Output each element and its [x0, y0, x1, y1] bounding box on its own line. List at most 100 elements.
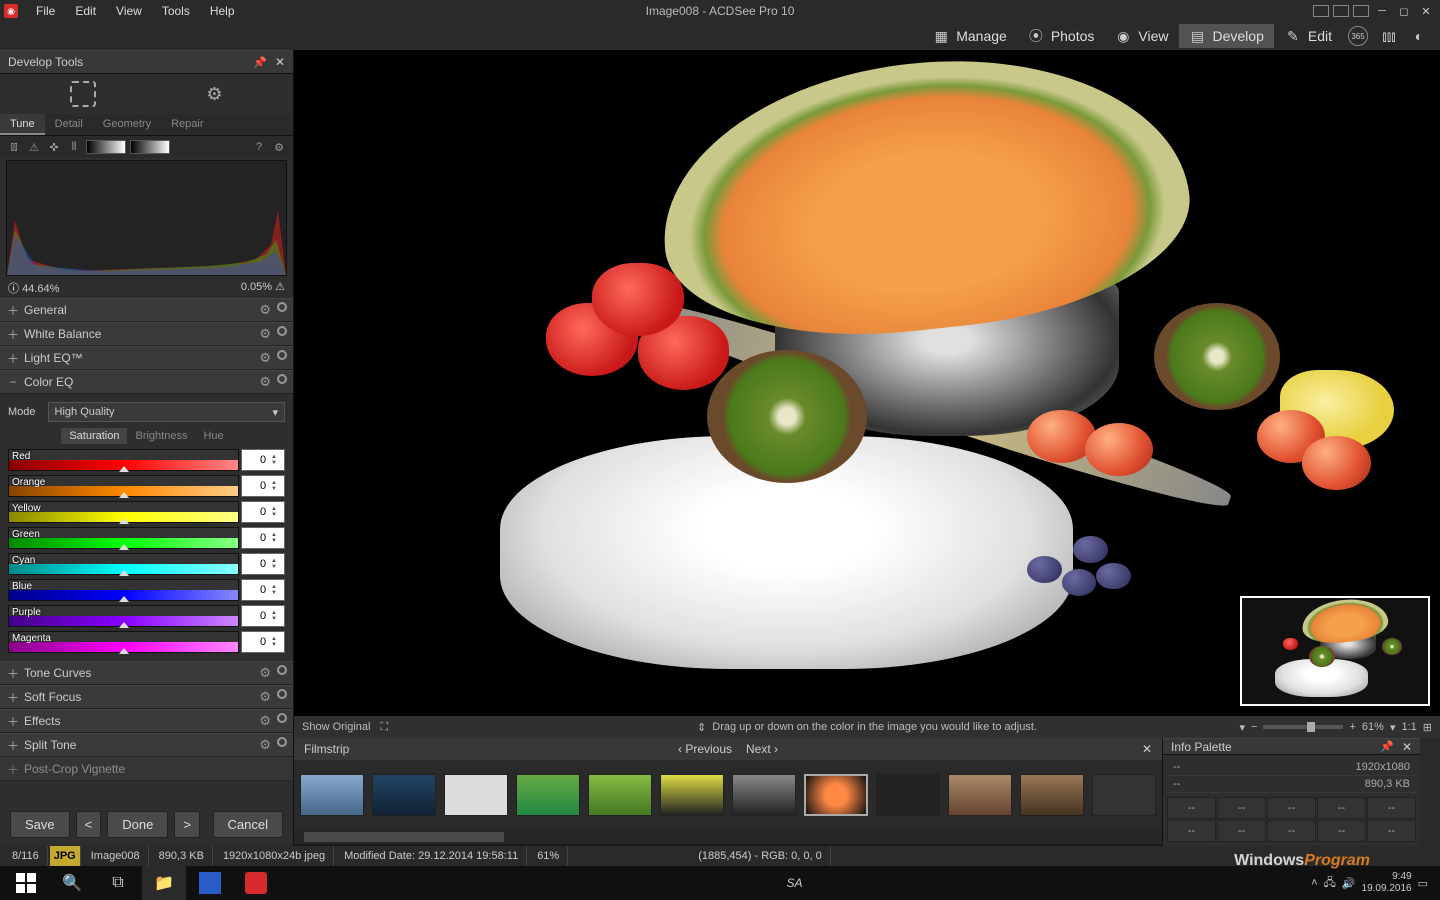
fit-screen-icon[interactable]: ⊞: [1423, 721, 1432, 734]
explorer-button[interactable]: 📁: [142, 866, 186, 900]
slider-handle[interactable]: [119, 466, 129, 472]
slider-value-cyan[interactable]: 0▲▼: [241, 553, 285, 575]
chevron-down-icon[interactable]: ▾: [1240, 721, 1246, 734]
section-gear-icon[interactable]: ⚙: [259, 689, 271, 705]
slider-purple[interactable]: Purple: [8, 605, 239, 627]
menu-tools[interactable]: Tools: [152, 1, 200, 21]
section-general[interactable]: ＋General⚙: [0, 298, 293, 322]
zoom-dropdown-icon[interactable]: ▾: [1390, 721, 1396, 734]
section-gear-icon[interactable]: ⚙: [259, 374, 271, 390]
section-gear-icon[interactable]: ⚙: [259, 302, 271, 318]
section-soft-focus[interactable]: ＋Soft Focus⚙: [0, 685, 293, 709]
taskbar-clock[interactable]: 9:49 19.09.2016: [1362, 871, 1412, 895]
thumb[interactable]: [948, 774, 1012, 816]
subtab-saturation[interactable]: Saturation: [61, 428, 127, 444]
section-reset-icon[interactable]: [277, 737, 287, 747]
mode-develop[interactable]: ▤Develop: [1179, 24, 1274, 48]
fullscreen-icon[interactable]: ⛶: [380, 721, 388, 734]
section-gear-icon[interactable]: ⚙: [259, 737, 271, 753]
taskbar-app-1[interactable]: [188, 866, 232, 900]
zoom-in-icon[interactable]: +: [1349, 721, 1355, 733]
thumb[interactable]: [1092, 774, 1156, 816]
section-gear-icon[interactable]: ⚙: [259, 665, 271, 681]
section-reset-icon[interactable]: [277, 302, 287, 312]
section-vignette[interactable]: ＋Post-Crop Vignette: [0, 757, 293, 781]
mode-edit[interactable]: ✎Edit: [1274, 24, 1342, 48]
slider-value-orange[interactable]: 0▲▼: [241, 475, 285, 497]
thumb[interactable]: [516, 774, 580, 816]
section-tone-curves[interactable]: ＋Tone Curves⚙: [0, 661, 293, 685]
crop-focus-icon[interactable]: [70, 81, 96, 107]
notifications-icon[interactable]: ▭: [1418, 877, 1428, 890]
tab-tune[interactable]: Tune: [0, 114, 45, 135]
slider-handle[interactable]: [119, 492, 129, 498]
slider-orange[interactable]: Orange: [8, 475, 239, 497]
zoom-fit-button[interactable]: 1:1: [1401, 721, 1416, 733]
pin-icon[interactable]: 📌: [1380, 740, 1394, 753]
filmstrip-next[interactable]: Next ›: [746, 742, 778, 756]
mode-dashboard[interactable]: ⫾⫾⫾: [1374, 24, 1404, 48]
tray-chevron-icon[interactable]: ˄: [1311, 877, 1317, 889]
done-button[interactable]: Done: [107, 811, 168, 838]
thumb[interactable]: [660, 774, 724, 816]
section-gear-icon[interactable]: ⚙: [259, 326, 271, 342]
filmstrip-scrollbar[interactable]: [294, 830, 1162, 844]
mode-365[interactable]: 365: [1342, 24, 1374, 48]
gradient-swatch-2[interactable]: [130, 140, 170, 154]
maximize-button[interactable]: ◻: [1394, 4, 1414, 18]
slider-magenta[interactable]: Magenta: [8, 631, 239, 653]
spin-down-icon[interactable]: ▼: [271, 564, 283, 570]
subtab-brightness[interactable]: Brightness: [127, 428, 195, 444]
search-button[interactable]: 🔍: [50, 866, 94, 900]
menu-file[interactable]: File: [26, 1, 65, 21]
zoom-slider[interactable]: [1263, 725, 1343, 729]
slider-handle[interactable]: [119, 596, 129, 602]
slider-red[interactable]: Red: [8, 449, 239, 471]
section-effects[interactable]: ＋Effects⚙: [0, 709, 293, 733]
thumb-selected[interactable]: [804, 774, 868, 816]
close-panel-icon[interactable]: ✕: [1402, 740, 1412, 754]
close-panel-icon[interactable]: ✕: [275, 55, 285, 69]
spin-down-icon[interactable]: ▼: [271, 616, 283, 622]
histogram-icon[interactable]: ⫾⫾: [6, 139, 22, 155]
spin-down-icon[interactable]: ▼: [271, 460, 283, 466]
slider-cyan[interactable]: Cyan: [8, 553, 239, 575]
next-button[interactable]: >: [174, 811, 200, 838]
mode-manage[interactable]: ▦Manage: [922, 24, 1017, 48]
section-white-balance[interactable]: ＋White Balance⚙: [0, 322, 293, 346]
mode-sync[interactable]: ◐: [1404, 24, 1434, 48]
mode-view[interactable]: ◉View: [1104, 24, 1178, 48]
thumb[interactable]: [588, 774, 652, 816]
thumb[interactable]: [300, 774, 364, 816]
section-light-eq[interactable]: ＋Light EQ™⚙: [0, 346, 293, 370]
coloreq-mode-select[interactable]: High Quality▾: [48, 402, 285, 422]
slider-blue[interactable]: Blue: [8, 579, 239, 601]
filmstrip-prev[interactable]: ‹ Previous: [678, 742, 732, 756]
cancel-button[interactable]: Cancel: [213, 811, 283, 838]
navigator-thumbnail[interactable]: [1240, 596, 1430, 706]
slider-value-magenta[interactable]: 0▲▼: [241, 631, 285, 653]
zoom-out-icon[interactable]: −: [1251, 721, 1257, 733]
tab-repair[interactable]: Repair: [161, 114, 213, 135]
tab-detail[interactable]: Detail: [45, 114, 93, 135]
gradient-swatch-1[interactable]: [86, 140, 126, 154]
tray-volume-icon[interactable]: 🔊: [1342, 877, 1356, 890]
thumb[interactable]: [444, 774, 508, 816]
tab-geometry[interactable]: Geometry: [93, 114, 161, 135]
show-original-button[interactable]: Show Original: [302, 721, 370, 733]
save-button[interactable]: Save: [10, 811, 70, 838]
section-reset-icon[interactable]: [277, 326, 287, 336]
gear-icon[interactable]: ⚙: [206, 84, 222, 105]
layout-preset-1[interactable]: [1313, 5, 1329, 17]
tray-network-icon[interactable]: 🖧: [1324, 874, 1336, 893]
section-reset-icon[interactable]: [277, 374, 287, 384]
slider-value-yellow[interactable]: 0▲▼: [241, 501, 285, 523]
menu-edit[interactable]: Edit: [65, 1, 106, 21]
spin-down-icon[interactable]: ▼: [271, 512, 283, 518]
layout-preset-3[interactable]: [1353, 5, 1369, 17]
slider-value-purple[interactable]: 0▲▼: [241, 605, 285, 627]
spin-down-icon[interactable]: ▼: [271, 642, 283, 648]
slider-handle[interactable]: [119, 648, 129, 654]
slider-value-blue[interactable]: 0▲▼: [241, 579, 285, 601]
spin-down-icon[interactable]: ▼: [271, 538, 283, 544]
